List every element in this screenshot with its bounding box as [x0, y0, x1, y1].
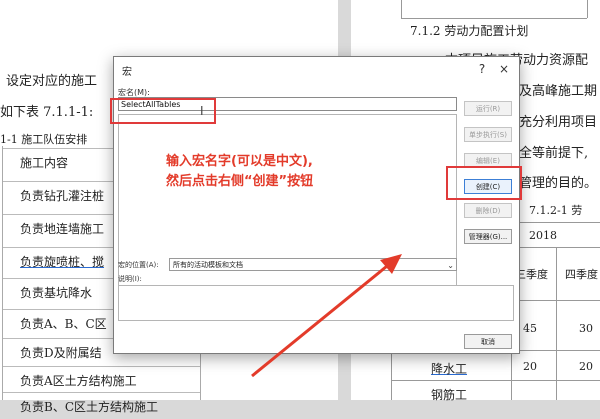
- table-cell: 20: [579, 360, 593, 373]
- table-cell: 负责A、B、C区: [20, 317, 107, 331]
- table-cell: 负责地连墙施工: [20, 222, 105, 236]
- table-cell: 45: [523, 322, 537, 335]
- doc-text-line: 及高峰施工期: [519, 84, 598, 99]
- macro-location-select[interactable]: 所有的活动模板和文档 ⌄: [169, 258, 457, 271]
- instruction-annotation: 输入宏名字(可以是中文), 然后点击右侧“创建”按钮: [166, 152, 313, 192]
- description-label: 说明(I):: [118, 275, 142, 283]
- description-field[interactable]: [118, 285, 514, 321]
- chevron-down-icon: ⌄: [447, 261, 454, 270]
- help-icon[interactable]: ?: [473, 60, 491, 78]
- table-border: [587, 0, 588, 18]
- table-row: 负责B、C区土方结构施工: [2, 392, 200, 419]
- step-into-button[interactable]: 单步执行(S): [464, 127, 512, 142]
- doc-text-line: 管理的目的。: [519, 176, 598, 191]
- table-cell: 负责旋喷桩、搅: [20, 255, 105, 269]
- cancel-button[interactable]: 取消: [464, 334, 512, 349]
- table-caption: 1-1 施工队伍安排: [0, 133, 88, 146]
- table-cell: 2018: [529, 229, 557, 242]
- table-border: [391, 380, 600, 381]
- annotation-line: 然后点击右侧“创建”按钮: [166, 174, 314, 189]
- doc-text-line: 充分利用项目: [519, 115, 598, 130]
- doc-text-line: 全等前提下,: [519, 146, 589, 161]
- table-cell: 施工内容: [20, 156, 69, 170]
- create-button-highlight: [446, 166, 522, 200]
- table-cell: 钢筋工: [431, 388, 468, 402]
- macro-list[interactable]: [118, 114, 457, 304]
- macro-location-value: 所有的活动模板和文档: [173, 261, 243, 269]
- table-cell: 负责A区土方结构施工: [20, 374, 137, 388]
- table-cell: 负责D及附属结: [20, 346, 102, 360]
- run-button[interactable]: 运行(R): [464, 101, 512, 116]
- table-cell: 30: [579, 322, 593, 335]
- doc-text-line: 设定对应的施工: [6, 74, 98, 89]
- table-border: [401, 18, 587, 19]
- table-row: 负责A区土方结构施工: [2, 366, 200, 393]
- table-cell: 负责基坑降水: [20, 286, 93, 300]
- table-cell: 20: [523, 360, 537, 373]
- table-border: [401, 0, 402, 18]
- section-heading: 7.1.2 劳动力配置计划: [410, 24, 529, 38]
- table-cell: 降水工: [431, 362, 468, 376]
- table-cell: 负责B、C区土方结构施工: [20, 400, 159, 414]
- macro-location-label: 宏的位置(A):: [118, 261, 159, 269]
- close-icon[interactable]: ×: [495, 60, 513, 78]
- table-cell: 四季度: [565, 268, 598, 281]
- delete-button[interactable]: 删除(D): [464, 203, 512, 218]
- annotation-line: 输入宏名字(可以是中文),: [166, 154, 313, 169]
- dialog-title: 宏: [122, 67, 132, 78]
- table-cell: 负责钻孔灌注桩: [20, 189, 105, 203]
- dialog-titlebar: 宏 ? ×: [114, 57, 519, 83]
- table-border: [556, 247, 557, 400]
- text-cursor-icon: I: [200, 104, 204, 118]
- doc-text-line: 如下表 7.1.1-1:: [0, 105, 94, 120]
- table-caption: 7.1.2-1 劳: [529, 204, 583, 217]
- table-border: [2, 146, 3, 400]
- organizer-button[interactable]: 管理器(G)...: [464, 229, 512, 244]
